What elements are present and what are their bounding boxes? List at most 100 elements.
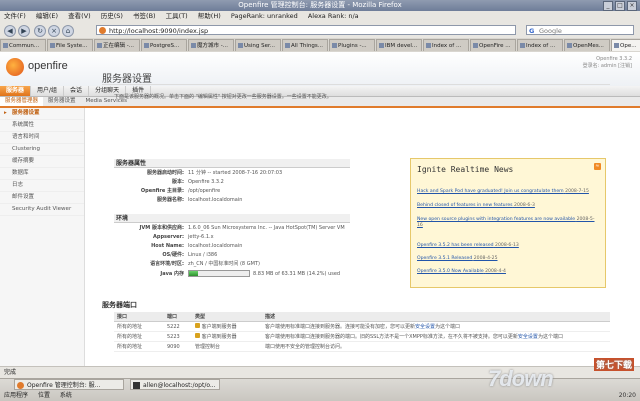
news-item[interactable]: New open source plugins with integration… <box>417 217 599 229</box>
browser-tab[interactable]: PostgreS... <box>141 39 187 51</box>
site-favicon-icon <box>99 27 106 34</box>
env-row: JVM 版本和供应商: 1.6.0_06 Sun Microsystems Inc… <box>114 224 394 233</box>
forward-icon[interactable]: ▶ <box>18 25 30 37</box>
browser-tab-active[interactable]: Ope... <box>611 39 640 51</box>
browser-tab[interactable]: OpenFire ... <box>470 39 516 51</box>
browser-tab[interactable]: Plugins -... <box>329 39 375 51</box>
news-link[interactable]: Openfire 3.5.0 Now Available <box>417 269 484 274</box>
close-button[interactable]: × <box>627 1 637 11</box>
sidebar-item-server-settings[interactable]: 服务器设置 <box>0 108 84 120</box>
version-label: Openfire 3.3.2 <box>596 56 632 62</box>
port-type-text: 客户端到服务器 <box>201 324 237 330</box>
task-terminal[interactable]: allen@localhost:/opt/o... <box>130 379 220 390</box>
maximize-button[interactable]: □ <box>615 1 625 11</box>
search-input[interactable]: G Google <box>526 25 634 35</box>
subtab-server-settings[interactable]: 服务器设置 <box>43 97 81 106</box>
prop-value: 11 分钟 -- started 2008-7-16 20:07:03 <box>188 170 283 176</box>
sidebar-item-locale[interactable]: 语言和时间 <box>0 132 84 144</box>
intro-text: 下面是该服务器的概况。单击下面的 "编辑属性" 按钮对更改一些服务器设置。一些设… <box>114 94 332 100</box>
port-type: 客户端到服务器 <box>192 321 262 332</box>
port-desc-tail: 为这个端口 <box>435 324 461 330</box>
browser-tab[interactable]: OpenMes... <box>564 39 610 51</box>
browser-tab[interactable]: Using Ser... <box>235 39 281 51</box>
browser-tab[interactable]: File Syste... <box>47 39 93 51</box>
prop-row: Openfire 主目录: /opt/openfire <box>114 187 394 196</box>
security-settings-link[interactable]: 安全设置 <box>415 324 435 330</box>
browser-tab[interactable]: IBM devel... <box>376 39 422 51</box>
menu-file[interactable]: 文件(F) <box>0 12 30 20</box>
title-divider <box>102 84 610 85</box>
sidebar-item-system-properties[interactable]: 系统属性 <box>0 120 84 132</box>
subtab-server-manager[interactable]: 服务器管理器 <box>0 97 44 106</box>
prop-value: localhost.localdomain <box>188 197 243 203</box>
reload-icon[interactable]: ↻ <box>34 25 46 37</box>
sidebar-item-clustering[interactable]: Clustering <box>0 144 84 156</box>
alexa-label: Alexa Rank: n/a <box>307 12 359 20</box>
task-firefox[interactable]: Openfire 管理控制台: 服... <box>14 379 124 390</box>
env-value: localhost.localdomain <box>188 243 243 249</box>
menu-bookmarks[interactable]: 书签(B) <box>129 12 160 20</box>
port-desc-text: 客户端使用标准端口连接到服务器。连接可能没有加密，您可以更新 <box>265 324 416 330</box>
menu-help[interactable]: 帮助(H) <box>194 12 225 20</box>
sidebar-item-email[interactable]: 邮件设置 <box>0 192 84 204</box>
news-link[interactable]: Openfire 3.5.1 Released <box>417 256 472 261</box>
col-port: 端口 <box>164 312 192 322</box>
home-icon[interactable]: ⌂ <box>62 25 74 37</box>
sidebar-item-cache[interactable]: 缓存摘要 <box>0 156 84 168</box>
news-item[interactable]: Openfire 3.5.1 Released 2008-4-25 <box>417 256 599 262</box>
minimize-button[interactable]: _ <box>603 1 613 11</box>
browser-tab[interactable]: All Things... <box>282 39 328 51</box>
news-item[interactable]: Openfire 3.5.2 has been released 2008-6-… <box>417 243 599 249</box>
menu-system[interactable]: 系统 <box>56 392 76 399</box>
browser-tab[interactable]: 正在编辑 -... <box>94 39 140 51</box>
stop-icon[interactable]: × <box>48 25 60 37</box>
ports-heading: 服务器端口 <box>102 301 137 309</box>
news-date: 2008-4-4 <box>485 269 506 274</box>
back-icon[interactable]: ◀ <box>4 25 16 37</box>
port-description: 客户端使用标准端口连接到服务器。连接可能没有加密，您可以更新安全设置为这个端口 <box>262 321 610 332</box>
col-description: 描述 <box>262 312 610 322</box>
browser-tab[interactable]: Index of ... <box>423 39 469 51</box>
security-settings-link[interactable]: 安全设置 <box>518 334 538 340</box>
sidebar-item-security-audit[interactable]: Security Audit Viewer <box>0 204 84 216</box>
news-link[interactable]: Hack and Spark Pod have graduated! Join … <box>417 189 564 194</box>
tab-server[interactable]: 服务器 <box>0 86 32 96</box>
openfire-logo-text: openfire <box>28 60 68 72</box>
news-link[interactable]: Openfire 3.5.2 has been released <box>417 243 494 248</box>
rss-icon[interactable]: ≈ <box>594 163 601 170</box>
news-link[interactable]: Behind closed of features in new feature… <box>417 203 513 208</box>
sidebar-item-logs[interactable]: 日志 <box>0 180 84 192</box>
news-item[interactable]: Openfire 3.5.0 Now Available 2008-4-4 <box>417 269 599 275</box>
news-item[interactable]: Behind closed of features in new feature… <box>417 203 599 209</box>
tab-users-groups[interactable]: 用户/组 <box>31 86 65 96</box>
browser-tab[interactable]: Commun... <box>0 39 46 51</box>
col-interface: 接口 <box>114 312 164 322</box>
prop-row: 服务器名称: localhost.localdomain <box>114 196 394 205</box>
tab-sessions[interactable]: 会话 <box>64 86 90 96</box>
news-date: 2008-6-13 <box>495 243 519 248</box>
news-link[interactable]: New open source plugins with integration… <box>417 217 575 222</box>
menu-tools[interactable]: 工具(T) <box>162 12 192 20</box>
watermark-brand: 7down <box>488 366 554 391</box>
url-input[interactable]: http://localhost:9090/index.jsp <box>96 25 516 35</box>
menu-applications[interactable]: 应用程序 <box>0 392 32 399</box>
table-row: 所有的地址 5222 客户端到服务器 客户端使用标准端口连接到服务器。连接可能没… <box>114 321 610 332</box>
env-value: 1.6.0_06 Sun Microsystems Inc. -- Java H… <box>188 225 345 231</box>
port-type: 客户端到服务器 <box>192 331 262 342</box>
browser-tab[interactable]: 魔方城市 -... <box>188 39 234 51</box>
sidebar-item-database[interactable]: 数据库 <box>0 168 84 180</box>
news-item[interactable]: Hack and Spark Pod have graduated! Join … <box>417 189 599 195</box>
ports-header-row: 接口 端口 类型 描述 <box>114 312 610 322</box>
menu-places[interactable]: 位置 <box>34 392 54 399</box>
window-controls: _ □ × <box>603 1 637 11</box>
prop-row: 服务器启动时间: 11 分钟 -- started 2008-7-16 20:07… <box>114 169 394 178</box>
login-info[interactable]: 登录名: admin [注销] <box>583 63 632 70</box>
memory-bar <box>188 270 250 277</box>
port-desc-tail: 为这个端口 <box>537 334 563 340</box>
lock-icon <box>195 333 200 338</box>
menu-view[interactable]: 查看(V) <box>64 12 95 20</box>
port-description: 客户端使用标准端口连接到服务器的端口。旧的SSL方法不是一个XMPP标准方法，在… <box>262 331 610 342</box>
browser-tab[interactable]: Index of ... <box>517 39 563 51</box>
menu-edit[interactable]: 编辑(E) <box>32 12 62 20</box>
menu-history[interactable]: 历史(S) <box>97 12 127 20</box>
